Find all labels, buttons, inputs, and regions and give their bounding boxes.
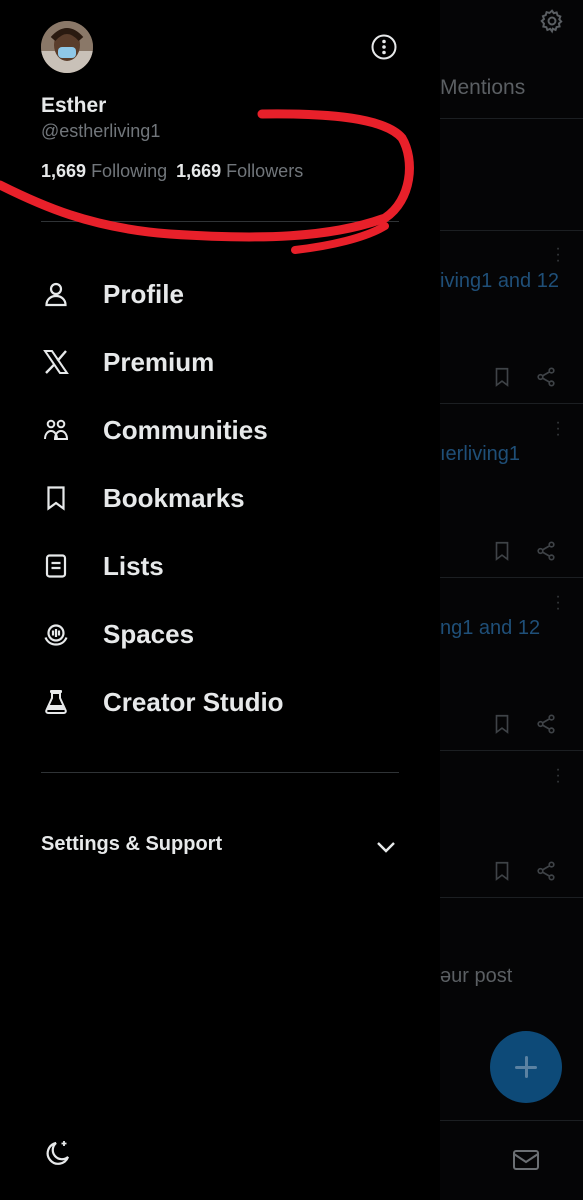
divider [41, 221, 399, 222]
messages-icon[interactable] [512, 1149, 540, 1171]
followers-label: Followers [226, 161, 304, 181]
menu-item-label: Profile [103, 279, 184, 309]
post-snippet: iving1 and 12 [440, 270, 559, 292]
spaces-icon [44, 624, 68, 646]
bookmark-icon[interactable] [491, 540, 513, 562]
settings-support-toggle[interactable]: Settings & Support [0, 823, 440, 867]
menu-item-bookmarks[interactable]: Bookmarks [0, 470, 440, 526]
menu-item-label: Premium [103, 347, 215, 377]
bookmark-icon[interactable] [491, 713, 513, 735]
more-dots-icon[interactable]: · · · [553, 762, 563, 790]
following-count: 1,669 [41, 161, 87, 181]
menu-item-label: Creator Studio [103, 687, 284, 717]
creator-studio-icon [45, 690, 67, 714]
list-icon [45, 554, 67, 578]
chevron-down-icon [377, 842, 395, 853]
settings-support-label: Settings & Support [41, 833, 223, 855]
menu-item-premium[interactable]: Premium [0, 334, 440, 390]
settings-gear-icon[interactable] [539, 8, 565, 34]
profile-name[interactable]: Esther [41, 94, 106, 118]
more-dots-icon[interactable]: · · · [553, 241, 563, 269]
more-options-icon[interactable] [370, 33, 398, 61]
bookmark-icon [47, 486, 65, 511]
divider [440, 750, 583, 751]
bookmark-icon[interactable] [491, 860, 513, 882]
avatar[interactable] [41, 21, 93, 73]
followers-link[interactable]: 1,669 Followers [176, 161, 303, 181]
menu-item-profile[interactable]: Profile [0, 266, 440, 322]
menu-item-label: Spaces [103, 619, 195, 649]
tab-mentions[interactable]: Mentions [440, 76, 525, 100]
display-mode-moon-icon[interactable] [43, 1138, 71, 1168]
more-dots-icon[interactable]: · · · [553, 415, 563, 443]
menu-item-spaces[interactable]: Spaces [0, 606, 440, 662]
menu-item-lists[interactable]: Lists [0, 538, 440, 594]
more-dots-icon[interactable]: · · · [553, 589, 563, 617]
avatar-image [41, 21, 93, 73]
share-icon[interactable] [535, 366, 557, 388]
menu-item-label: Bookmarks [103, 483, 245, 513]
person-icon [45, 282, 67, 307]
menu-item-communities[interactable]: Communities [0, 402, 440, 458]
share-icon[interactable] [535, 713, 557, 735]
divider [440, 403, 583, 404]
following-label: Following [91, 161, 168, 181]
divider [440, 1120, 583, 1121]
menu-item-label: Lists [103, 551, 164, 581]
post-snippet: əur post [440, 965, 513, 987]
x-logo-icon [43, 350, 69, 374]
divider [41, 772, 399, 773]
share-icon[interactable] [535, 860, 557, 882]
divider [440, 118, 583, 119]
menu-item-creator-studio[interactable]: Creator Studio [0, 674, 440, 730]
following-link[interactable]: 1,669 Following [41, 161, 167, 181]
communities-icon [44, 419, 69, 440]
post-snippet: ng1 and 12 [440, 617, 541, 639]
follow-stats: 1,669 Following 1,669 Followers [41, 161, 303, 182]
post-snippet: ıerliving1 [440, 443, 521, 465]
profile-handle[interactable]: @estherliving1 [41, 121, 160, 142]
menu-item-label: Communities [103, 415, 268, 445]
plus-icon [525, 1056, 528, 1078]
divider [440, 230, 583, 231]
bookmark-icon[interactable] [491, 366, 513, 388]
divider [440, 897, 583, 898]
navigation-drawer: Esther @estherliving1 1,669 Following 1,6… [0, 0, 440, 1200]
followers-count: 1,669 [176, 161, 222, 181]
share-icon[interactable] [535, 540, 557, 562]
divider [440, 577, 583, 578]
